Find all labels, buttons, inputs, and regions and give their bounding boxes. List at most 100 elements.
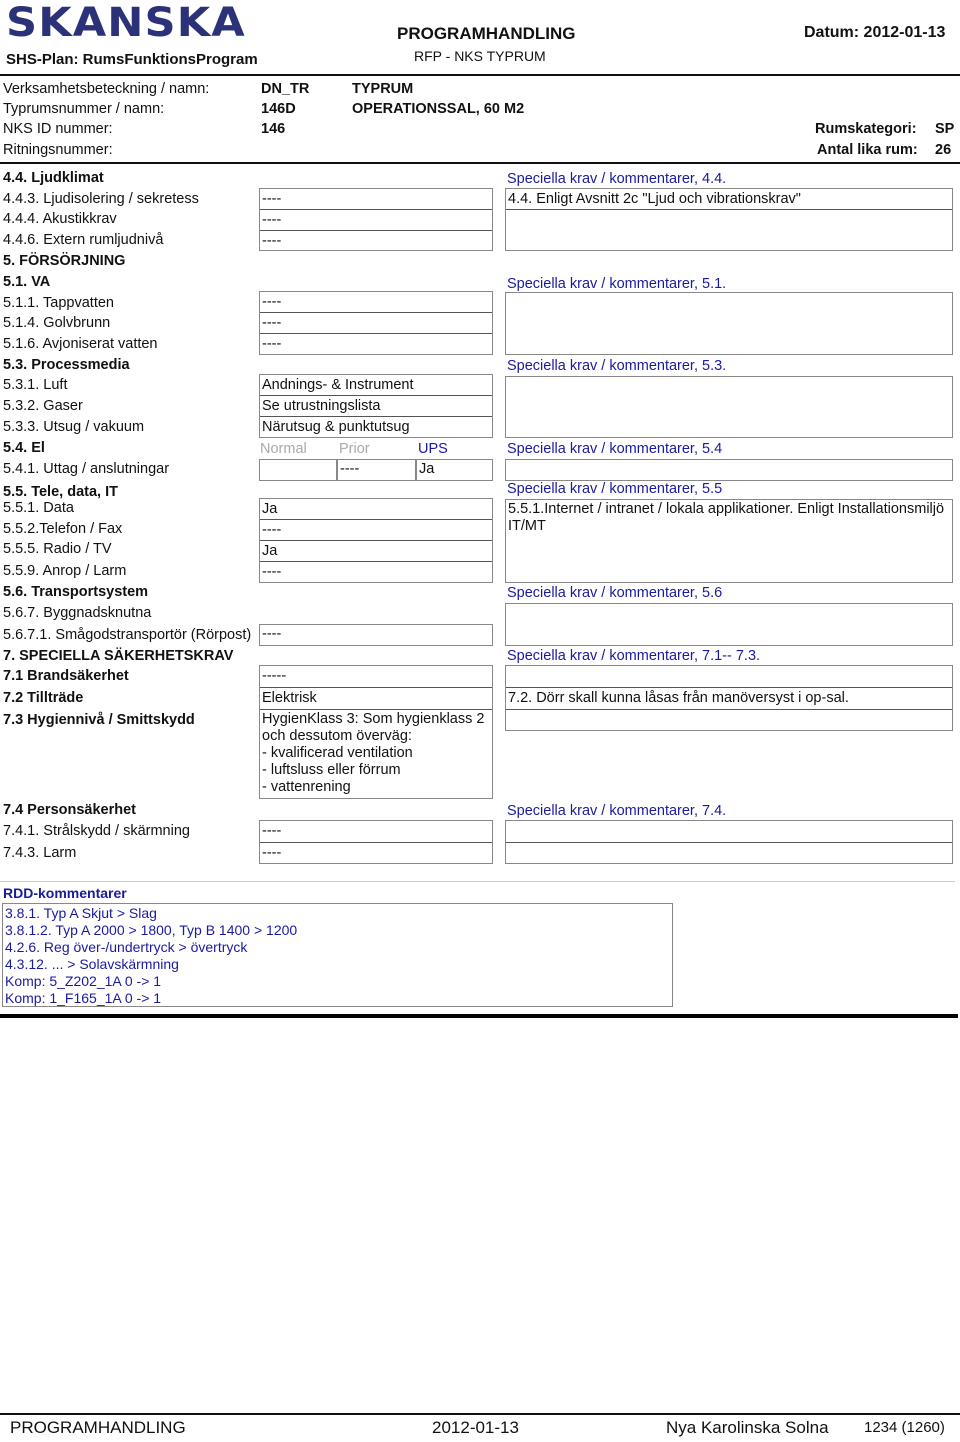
field-tilltrade[interactable]: Elektrisk bbox=[260, 688, 492, 710]
comment-box-5-3[interactable] bbox=[505, 376, 953, 438]
comment-field[interactable] bbox=[506, 843, 952, 864]
typrum-label: Typrumsnummer / namn: bbox=[3, 101, 165, 117]
section-7-title: 7. SPECIELLA SÄKERHETSKRAV bbox=[3, 648, 234, 664]
section-4-4-title: 4.4. Ljudklimat bbox=[3, 170, 104, 186]
field-anrop-larm[interactable]: ---- bbox=[260, 562, 492, 583]
comment-label-5-1: Speciella krav / kommentarer, 5.1. bbox=[507, 276, 727, 292]
item-label: 7.1 Brandsäkerhet bbox=[3, 668, 129, 684]
field-uttag-ups[interactable]: Ja bbox=[416, 459, 493, 481]
rdd-line: Komp: 1_F165_1A 0 -> 1 bbox=[5, 990, 162, 1006]
comment-box-5-4[interactable] bbox=[505, 459, 953, 481]
footer-document-type: PROGRAMHANDLING bbox=[10, 1418, 186, 1437]
section-7-4-title: 7.4 Personsäkerhet bbox=[3, 802, 136, 818]
ritning-label: Ritningsnummer: bbox=[3, 142, 113, 158]
item-label: 4.4.4. Akustikkrav bbox=[3, 211, 117, 227]
comment-field[interactable]: 4.4. Enligt Avsnitt 2c "Ljud och vibrati… bbox=[506, 189, 952, 210]
footer-project: Nya Karolinska Solna bbox=[666, 1418, 829, 1437]
column-normal: Normal bbox=[260, 441, 307, 457]
field-brandsakerhet[interactable]: ----- bbox=[260, 666, 492, 688]
field-telefon-fax[interactable]: ---- bbox=[260, 520, 492, 541]
field-golvbrunn[interactable]: ---- bbox=[260, 313, 492, 334]
comment-field[interactable] bbox=[506, 210, 952, 251]
rdd-line: Komp: 5_Z202_1A 0 -> 1 bbox=[5, 973, 162, 989]
item-label: 5.3.3. Utsug / vakuum bbox=[3, 419, 145, 435]
section-5-1-title: 5.1. VA bbox=[3, 274, 51, 290]
rdd-title: RDD-kommentarer bbox=[3, 885, 127, 901]
section-5-6-title: 5.6. Transportsystem bbox=[3, 584, 149, 600]
comment-field[interactable] bbox=[506, 666, 952, 688]
field-group-5-3: Andnings- & Instrument Se utrustningslis… bbox=[259, 374, 493, 438]
comment-box-7: 7.2. Dörr skall kunna låsas från manöver… bbox=[505, 665, 953, 731]
comment-label-7-4: Speciella krav / kommentarer, 7.4. bbox=[507, 803, 727, 819]
field-group-5-1: ---- ---- ---- bbox=[259, 291, 493, 355]
field-group-7-4: ---- ---- bbox=[259, 820, 493, 864]
comment-label-5-3: Speciella krav / kommentarer, 5.3. bbox=[507, 358, 727, 374]
comment-label-4-4: Speciella krav / kommentarer, 4.4. bbox=[507, 171, 727, 187]
rdd-line: 3.8.1.2. Typ A 2000 > 1800, Typ B 1400 >… bbox=[5, 922, 298, 938]
comment-box-7-4 bbox=[505, 820, 953, 864]
field-ljudisolering[interactable]: ---- bbox=[260, 189, 492, 210]
item-label: 5.4.1. Uttag / anslutningar bbox=[3, 461, 170, 477]
column-ups: UPS bbox=[418, 441, 448, 457]
rdd-comment-box: 3.8.1. Typ A Skjut > Slag 3.8.1.2. Typ A… bbox=[2, 903, 673, 1007]
field-gaser[interactable]: Se utrustningslista bbox=[260, 396, 492, 417]
field-uttag-normal[interactable] bbox=[259, 459, 337, 481]
rdd-divider bbox=[0, 1014, 958, 1018]
comment-field[interactable] bbox=[506, 821, 952, 843]
item-label: 5.1.6. Avjoniserat vatten bbox=[3, 336, 158, 352]
column-prior: Prior bbox=[339, 441, 370, 457]
field-extern-rumljudniva[interactable]: ---- bbox=[260, 231, 492, 252]
field-akustikkrav[interactable]: ---- bbox=[260, 210, 492, 231]
rumskategori-value: SP bbox=[935, 121, 955, 137]
item-label: 4.4.3. Ljudisolering / sekretess bbox=[3, 191, 199, 207]
comment-field[interactable]: 7.2. Dörr skall kunna låsas från manöver… bbox=[506, 688, 952, 710]
comment-box-4-4: 4.4. Enligt Avsnitt 2c "Ljud och vibrati… bbox=[505, 188, 953, 251]
nks-value: 146 bbox=[261, 121, 286, 137]
comment-box-5-1[interactable] bbox=[505, 292, 953, 355]
rdd-line: 3.8.1. Typ A Skjut > Slag bbox=[5, 905, 157, 921]
verksamhet-label: Verksamhetsbeteckning / namn: bbox=[3, 81, 210, 97]
item-label: 5.3.1. Luft bbox=[3, 377, 68, 393]
field-tappvatten[interactable]: ---- bbox=[260, 292, 492, 313]
skanska-logo: SKANSKA bbox=[6, 0, 246, 46]
verksamhet-code: DN_TR bbox=[261, 81, 310, 97]
item-label: 7.4.3. Larm bbox=[3, 845, 77, 861]
document-title: PROGRAMHANDLING bbox=[397, 24, 576, 43]
item-label: 7.4.1. Strålskydd / skärmning bbox=[3, 823, 190, 839]
field-data[interactable]: Ja bbox=[260, 499, 492, 520]
field-radio-tv[interactable]: Ja bbox=[260, 541, 492, 562]
field-avjoniserat-vatten[interactable]: ---- bbox=[260, 334, 492, 355]
document-date: Datum: 2012-01-13 bbox=[804, 24, 946, 41]
section-5-3-title: 5.3. Processmedia bbox=[3, 357, 130, 373]
field-uttag-prior[interactable]: ---- bbox=[337, 459, 416, 481]
subsection-label: 5.6.7. Byggnadsknutna bbox=[3, 605, 152, 621]
comment-box-5-6[interactable] bbox=[505, 603, 953, 646]
field-stralskydd[interactable]: ---- bbox=[260, 821, 492, 843]
item-label: 7.3 Hygiennivå / Smittskydd bbox=[3, 712, 195, 728]
section-5-title: 5. FÖRSÖRJNING bbox=[3, 253, 126, 269]
header-divider bbox=[0, 74, 960, 76]
comment-field[interactable] bbox=[506, 710, 952, 732]
section-divider bbox=[0, 881, 955, 882]
field-luft[interactable]: Andnings- & Instrument bbox=[260, 375, 492, 396]
item-label: 5.6.7.1. Smågodstransportör (Rörpost) bbox=[3, 627, 252, 643]
document-subheading: RFP - NKS TYPRUM bbox=[414, 48, 546, 64]
field-smagodstransportor[interactable]: ---- bbox=[259, 624, 493, 646]
antal-value: 26 bbox=[935, 142, 952, 158]
footer-date: 2012-01-13 bbox=[432, 1418, 519, 1437]
comment-box-5-5[interactable]: 5.5.1.Internet / intranet / lokala appli… bbox=[505, 499, 953, 583]
section-5-4-title: 5.4. El bbox=[3, 440, 45, 456]
field-group-7: ----- Elektrisk HygienKlass 3: Som hygie… bbox=[259, 665, 493, 799]
field-larm[interactable]: ---- bbox=[260, 843, 492, 864]
field-group-5-5: Ja ---- Ja ---- bbox=[259, 498, 493, 583]
field-hygienniva[interactable]: HygienKlass 3: Som hygienklass 2 och des… bbox=[260, 710, 492, 798]
field-utsug-vakuum[interactable]: Närutsug & punktutsug bbox=[260, 417, 492, 438]
item-label: 5.5.2.Telefon / Fax bbox=[3, 521, 123, 537]
item-label: 4.4.6. Extern rumljudnivå bbox=[3, 232, 164, 248]
comment-label-7: Speciella krav / kommentarer, 7.1-- 7.3. bbox=[507, 648, 761, 664]
rumskategori-label: Rumskategori: bbox=[815, 121, 917, 137]
comment-label-5-4: Speciella krav / kommentarer, 5.4 bbox=[507, 441, 723, 457]
comment-label-5-5: Speciella krav / kommentarer, 5.5 bbox=[507, 481, 723, 497]
document-subtitle: SHS-Plan: RumsFunktionsProgram bbox=[6, 51, 258, 68]
item-label: 7.2 Tillträde bbox=[3, 690, 84, 706]
